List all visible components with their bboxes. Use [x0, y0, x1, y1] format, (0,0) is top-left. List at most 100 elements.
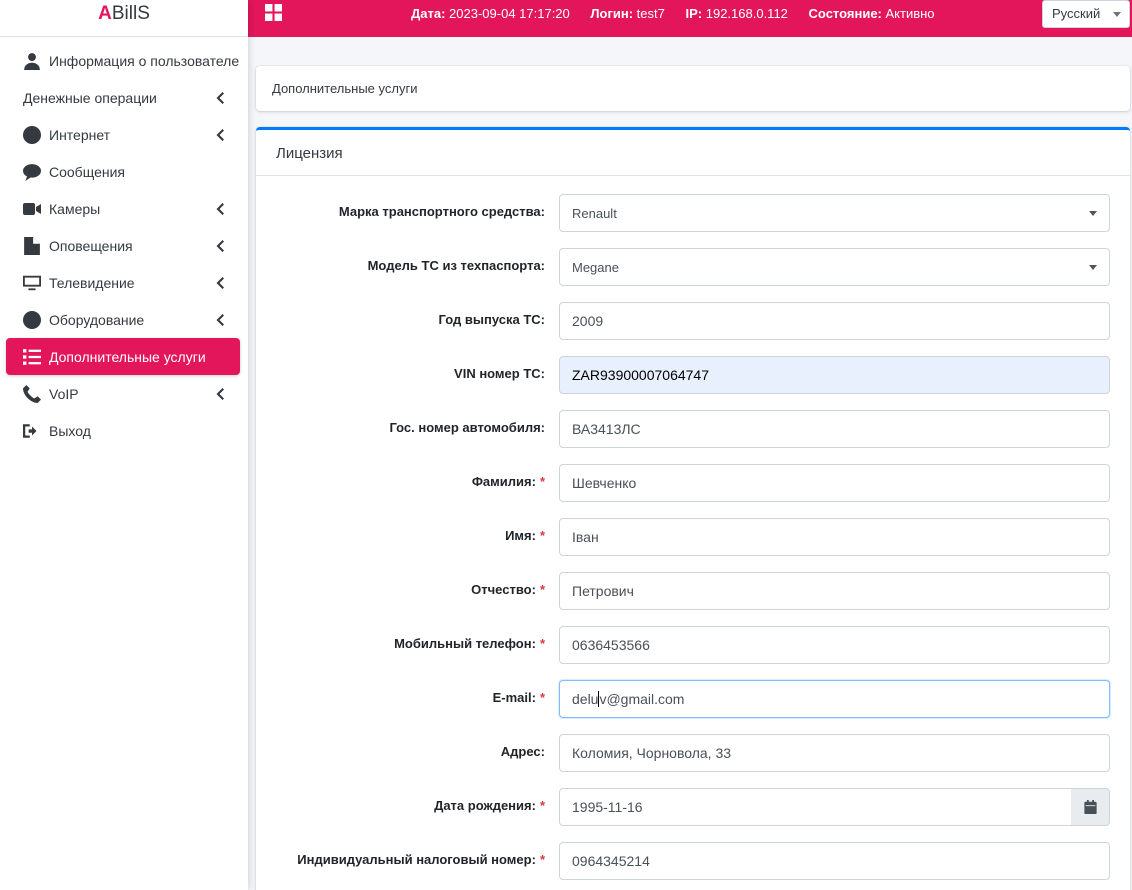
name-input[interactable]: Іван [559, 518, 1110, 556]
calendar-button[interactable] [1071, 788, 1110, 826]
brand-logo-text: BillS [111, 3, 150, 24]
form-row-surname: Фамилия: * Шевченко [256, 464, 1130, 502]
date-value: 2023-09-04 17:17:20 [449, 6, 570, 21]
sidebar-item-internet[interactable]: Интернет [6, 116, 240, 153]
brand-label: Марка транспортного средства: [338, 204, 545, 219]
email-input[interactable]: deluv@gmail.com [559, 680, 1110, 718]
sidebar: A BillS Информация о пользователе Денежны… [0, 0, 248, 890]
year-input[interactable]: 2009 [559, 302, 1110, 340]
sidebar-item-logout[interactable]: Выход [6, 412, 240, 449]
tv-icon [23, 274, 41, 292]
chevron-left-icon [216, 91, 224, 104]
language-value: Русский [1052, 6, 1101, 21]
phone-label: Мобильный телефон: * [394, 636, 545, 651]
top-bar: Дата: 2023-09-04 17:17:20 Логин: test7 I… [248, 0, 1132, 37]
sidebar-item-voip[interactable]: VoIP [6, 375, 240, 412]
sidebar-item-label: VoIP [49, 385, 79, 402]
sidebar-item-label: Дополнительные услуги [49, 348, 206, 365]
sidebar-item-additional-services[interactable]: Дополнительные услуги [6, 338, 240, 375]
required-mark: * [539, 528, 545, 543]
required-mark: * [539, 636, 545, 651]
year-label: Год выпуска ТС: [438, 312, 545, 327]
birthdate-label: Дата рождения: * [434, 798, 545, 813]
birthdate-input[interactable]: 1995-11-16 [559, 788, 1072, 826]
sidebar-item-money-operations[interactable]: Денежные операции [6, 79, 240, 116]
breadcrumb-card: Дополнительные услуги [256, 66, 1130, 111]
sidebar-item-cameras[interactable]: Камеры [6, 190, 240, 227]
required-mark: * [539, 798, 545, 813]
form-row-vin: VIN номер ТС: ZAR93900007064747 [256, 356, 1130, 394]
form-title: Лицензия [256, 130, 1130, 176]
form-row-patronymic: Отчество: * Петрович [256, 572, 1130, 610]
tax-id-input[interactable]: 0964345214 [559, 842, 1110, 880]
caret-down-icon [1089, 211, 1097, 216]
circle-icon [23, 310, 41, 329]
language-select[interactable]: Русский [1042, 0, 1130, 28]
brand-logo-letter: A [98, 3, 112, 24]
state-label: Состояние: [808, 6, 882, 21]
form-row-phone: Мобильный телефон: * 0636453566 [256, 626, 1130, 664]
file-icon [23, 236, 41, 255]
chevron-left-icon [216, 313, 224, 326]
address-label: Адрес: [500, 744, 545, 759]
sidebar-item-label: Сообщения [49, 163, 125, 180]
state-value: Активно [885, 6, 935, 21]
sidebar-item-label: Денежные операции [23, 89, 157, 106]
name-label: Имя: * [505, 528, 545, 543]
session-status: Дата: 2023-09-04 17:17:20 Логин: test7 I… [411, 6, 952, 21]
surname-input[interactable]: Шевченко [559, 464, 1110, 502]
sidebar-item-television[interactable]: Телевидение [6, 264, 240, 301]
calendar-icon [1083, 800, 1097, 814]
form-row-birthdate: Дата рождения: * 1995-11-16 [256, 788, 1130, 826]
login-label: Логин: [590, 6, 634, 21]
login-value: test7 [636, 6, 665, 21]
video-icon [23, 200, 41, 218]
vin-input[interactable]: ZAR93900007064747 [559, 356, 1110, 394]
patronymic-input[interactable]: Петрович [559, 572, 1110, 610]
circle-icon [23, 125, 41, 144]
caret-down-icon [1113, 12, 1121, 17]
sidebar-item-label: Выход [49, 422, 91, 439]
sidebar-item-user-info[interactable]: Информация о пользователе [6, 42, 240, 79]
sidebar-item-messages[interactable]: Сообщения [6, 153, 240, 190]
grid-menu-icon[interactable] [265, 4, 283, 21]
chevron-left-icon [216, 202, 224, 215]
sidebar-item-label: Камеры [49, 200, 101, 217]
sign-out-icon [23, 422, 41, 440]
vehicle-brand-select[interactable]: Renault [559, 194, 1110, 232]
sidebar-item-label: Оборудование [49, 311, 145, 328]
ip-label: IP: [685, 6, 703, 21]
sidebar-item-equipment[interactable]: Оборудование [6, 301, 240, 338]
form-row-name: Имя: * Іван [256, 518, 1130, 556]
vin-label: VIN номер ТС: [454, 366, 545, 381]
address-input[interactable]: Коломия, Чорновола, 33 [559, 734, 1110, 772]
breadcrumb-title: Дополнительные услуги [272, 81, 418, 96]
tax-id-label: Индивидуальный налоговый номер: * [297, 852, 545, 867]
form-row-address: Адрес: Коломия, Чорновола, 33 [256, 734, 1130, 772]
plate-input[interactable]: ВА3413ЛС [559, 410, 1110, 448]
vehicle-model-select[interactable]: Megane [559, 248, 1110, 286]
phone-input[interactable]: 0636453566 [559, 626, 1110, 664]
chevron-left-icon [216, 276, 224, 289]
required-mark: * [539, 690, 545, 705]
sidebar-item-label: Информация о пользователе [49, 52, 240, 69]
vehicle-brand-value: Renault [572, 206, 617, 221]
comment-icon [23, 163, 41, 181]
required-mark: * [539, 852, 545, 867]
brand-logo[interactable]: A BillS [0, 0, 248, 37]
date-label: Дата: [411, 6, 446, 21]
chevron-left-icon [216, 387, 224, 400]
sidebar-item-notifications[interactable]: Оповещения [6, 227, 240, 264]
list-icon [23, 348, 41, 366]
license-form-card: Лицензия Марка транспортного средства: R… [256, 127, 1130, 890]
ip-value: 192.168.0.112 [705, 6, 788, 21]
sidebar-item-label: Интернет [49, 126, 111, 143]
sidebar-item-label: Телевидение [49, 274, 135, 291]
user-icon [23, 52, 41, 70]
vehicle-model-value: Megane [572, 260, 619, 275]
sidebar-nav: Информация о пользователе Денежные опера… [0, 37, 248, 449]
chevron-left-icon [216, 128, 224, 141]
caret-down-icon [1089, 265, 1097, 270]
form-row-model: Модель ТС из техпаспорта: Megane [256, 248, 1130, 286]
form-row-email: E-mail: * deluv@gmail.com [256, 680, 1130, 718]
